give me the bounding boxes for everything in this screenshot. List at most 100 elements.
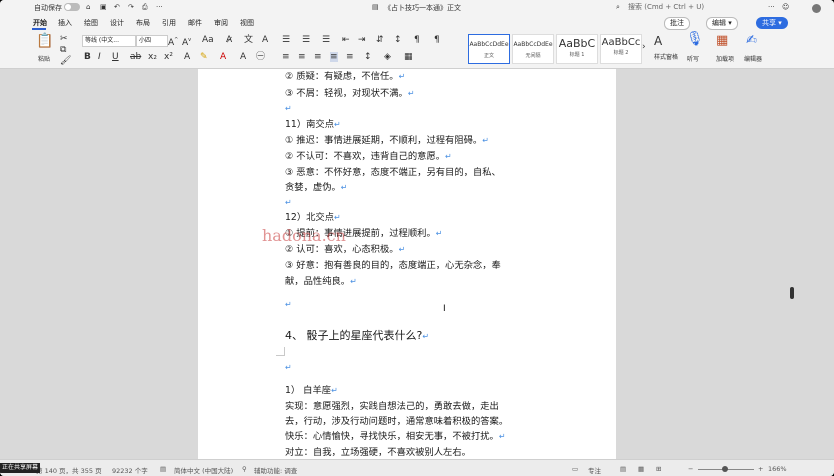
view-icon[interactable]: ▭ <box>572 465 578 473</box>
superscript-icon[interactable]: x² <box>164 52 173 62</box>
grow-font-icon[interactable]: A^ <box>168 35 178 48</box>
tab-home[interactable]: 开始 <box>33 18 47 28</box>
tab-design[interactable]: 设计 <box>110 18 124 28</box>
text-effects-icon[interactable]: A <box>184 52 190 62</box>
accessibility-icon[interactable]: ⚲ <box>242 465 247 473</box>
doc-line: 去，行动，涉及行动问题时，通常意味着积极的答案。 <box>285 416 509 427</box>
home-icon[interactable]: ⌂ <box>86 3 90 11</box>
comment-button[interactable]: 批注 <box>664 17 690 30</box>
change-case-icon[interactable]: Aa <box>202 35 214 45</box>
line-spacing-icon[interactable]: ¶ <box>434 35 440 45</box>
font-size-select[interactable]: 小四 <box>136 35 168 47</box>
font-color-icon[interactable]: A <box>220 52 226 62</box>
phonetic-guide-icon[interactable]: 文 <box>244 35 253 45</box>
tab-mailings[interactable]: 邮件 <box>188 18 202 28</box>
distributed-icon[interactable]: ≡ <box>346 52 354 62</box>
page-info[interactable]: 第 140 页，共 355 页 <box>36 465 102 475</box>
copy-icon[interactable]: ⧉ <box>60 45 66 55</box>
vertical-scrollbar-thumb[interactable] <box>790 287 794 299</box>
align-left-icon[interactable]: ≡ <box>282 52 290 62</box>
word-count[interactable]: 92232 个字 <box>112 465 148 475</box>
doc-line: 11）南交点↵ <box>285 119 341 130</box>
chinese-layout-icon[interactable]: ⇵ <box>376 35 384 45</box>
align-right-icon[interactable]: ≡ <box>314 52 322 62</box>
accessibility-status[interactable]: 辅助功能: 调查 <box>254 465 297 475</box>
paste-icon[interactable]: 📋 <box>36 34 53 48</box>
style-no-spacing[interactable]: AaBbCcDdEe 无间隔 <box>512 34 554 64</box>
search-input[interactable]: 搜索 (Cmd + Ctrl + U) <box>628 1 748 13</box>
cut-icon[interactable]: ✂ <box>60 34 68 44</box>
zoom-out-icon[interactable]: − <box>688 465 693 473</box>
style-heading2[interactable]: AaBbCc 标题 2 <box>600 34 642 64</box>
sort-icon[interactable]: ↕ <box>394 35 402 45</box>
doc-line: ② 认可：喜欢，心态积极。↵ <box>285 244 406 255</box>
document-canvas[interactable]: ② 质疑：有疑虑，不信任。↵ ③ 不屑：轻视，对现状不满。↵ ↵ 11）南交点↵… <box>0 69 834 459</box>
share-button[interactable]: 共享 ▾ <box>756 17 788 29</box>
dictate-icon[interactable]: 🎙 <box>686 32 704 46</box>
italic-icon[interactable]: I <box>98 52 101 62</box>
tab-insert[interactable]: 插入 <box>58 18 72 28</box>
autosave-toggle[interactable] <box>64 3 80 11</box>
tab-draw[interactable]: 绘图 <box>84 18 98 28</box>
style-no-spacing-sample: AaBbCcDdEe <box>513 41 553 48</box>
more-options-icon[interactable]: ··· <box>768 3 775 11</box>
enclose-char-icon[interactable]: ㊀ <box>256 52 265 62</box>
editor-icon[interactable]: ✍ <box>746 34 757 47</box>
bold-icon[interactable]: B <box>84 52 91 62</box>
more-icon[interactable]: ··· <box>156 3 163 11</box>
tab-view[interactable]: 视图 <box>240 18 254 28</box>
styles-pane-icon[interactable]: A <box>654 35 662 47</box>
document-page[interactable]: ② 质疑：有疑虑，不信任。↵ ③ 不屑：轻视，对现状不满。↵ ↵ 11）南交点↵… <box>198 69 616 459</box>
tab-review[interactable]: 审阅 <box>214 18 228 28</box>
show-marks-icon[interactable]: ¶ <box>414 35 420 45</box>
document-title: 《占卜技巧一本通》正文 <box>384 4 461 12</box>
zoom-in-icon[interactable]: + <box>758 465 763 473</box>
shrink-font-icon[interactable]: Av <box>182 35 191 48</box>
doc-line: 12）北交点↵ <box>285 212 341 223</box>
doc-line: ③ 好意：抱有善良的目的，态度端正，心无杂念，奉 <box>285 260 501 271</box>
account-icon[interactable]: ☺ <box>782 3 789 11</box>
zoom-slider-handle[interactable] <box>722 466 728 472</box>
doc-line: ↵ <box>285 363 292 372</box>
read-mode-icon[interactable]: ▤ <box>620 465 626 473</box>
tab-layout[interactable]: 布局 <box>136 18 150 28</box>
highlight-icon[interactable]: ✎ <box>200 52 208 62</box>
tab-references[interactable]: 引用 <box>162 18 176 28</box>
clear-format-icon[interactable]: A̷ <box>226 35 232 45</box>
print-icon[interactable]: ⎙ <box>142 3 148 12</box>
print-layout-icon[interactable]: ▦ <box>638 465 644 473</box>
subscript-icon[interactable]: x₂ <box>148 52 157 62</box>
edit-label: 编辑 <box>712 19 726 27</box>
zoom-level[interactable]: 166% <box>768 465 787 473</box>
style-heading1[interactable]: AaBbC 标题 1 <box>556 34 598 64</box>
increase-indent-icon[interactable]: ⇥ <box>358 35 366 45</box>
justify-icon[interactable]: ≡ <box>330 52 338 62</box>
paragraph-spacing-icon[interactable]: ↕ <box>364 52 372 62</box>
format-painter-icon[interactable]: 🖌 <box>60 56 71 66</box>
style-normal[interactable]: AaBbCcDdEe 正文 <box>468 34 510 64</box>
char-border-icon[interactable]: A <box>262 35 268 45</box>
bullets-icon[interactable]: ☰ <box>282 35 290 45</box>
addins-icon[interactable]: ▦ <box>716 34 728 47</box>
undo-icon[interactable]: ↶ <box>114 3 120 11</box>
focus-label[interactable]: 专注 <box>588 465 601 475</box>
multilevel-list-icon[interactable]: ☰ <box>322 35 330 45</box>
borders-icon[interactable]: ▦ <box>404 52 413 62</box>
doc-line: ② 质疑：有疑虑，不信任。↵ <box>285 71 406 82</box>
save-icon[interactable]: ▣ <box>100 3 107 11</box>
edit-mode-button[interactable]: 编辑 ▾ <box>706 17 738 30</box>
underline-icon[interactable]: U <box>112 52 119 62</box>
char-shading-icon[interactable]: A <box>240 52 246 62</box>
shading-icon[interactable]: ◈ <box>384 52 391 62</box>
window-close-icon[interactable] <box>812 4 821 13</box>
numbering-icon[interactable]: ☰ <box>302 35 310 45</box>
language-status[interactable]: 简体中文 (中国大陆) <box>174 465 233 475</box>
font-name-select[interactable]: 等线 (中文... <box>82 35 136 47</box>
decrease-indent-icon[interactable]: ⇤ <box>342 35 350 45</box>
styles-gallery-expand-icon[interactable]: › <box>642 42 646 52</box>
proofing-icon[interactable]: ▤ <box>160 465 166 473</box>
strikethrough-icon[interactable]: ab <box>130 52 141 62</box>
redo-icon[interactable]: ↷ <box>128 3 134 11</box>
web-layout-icon[interactable]: ⊞ <box>656 465 661 473</box>
align-center-icon[interactable]: ≡ <box>298 52 306 62</box>
